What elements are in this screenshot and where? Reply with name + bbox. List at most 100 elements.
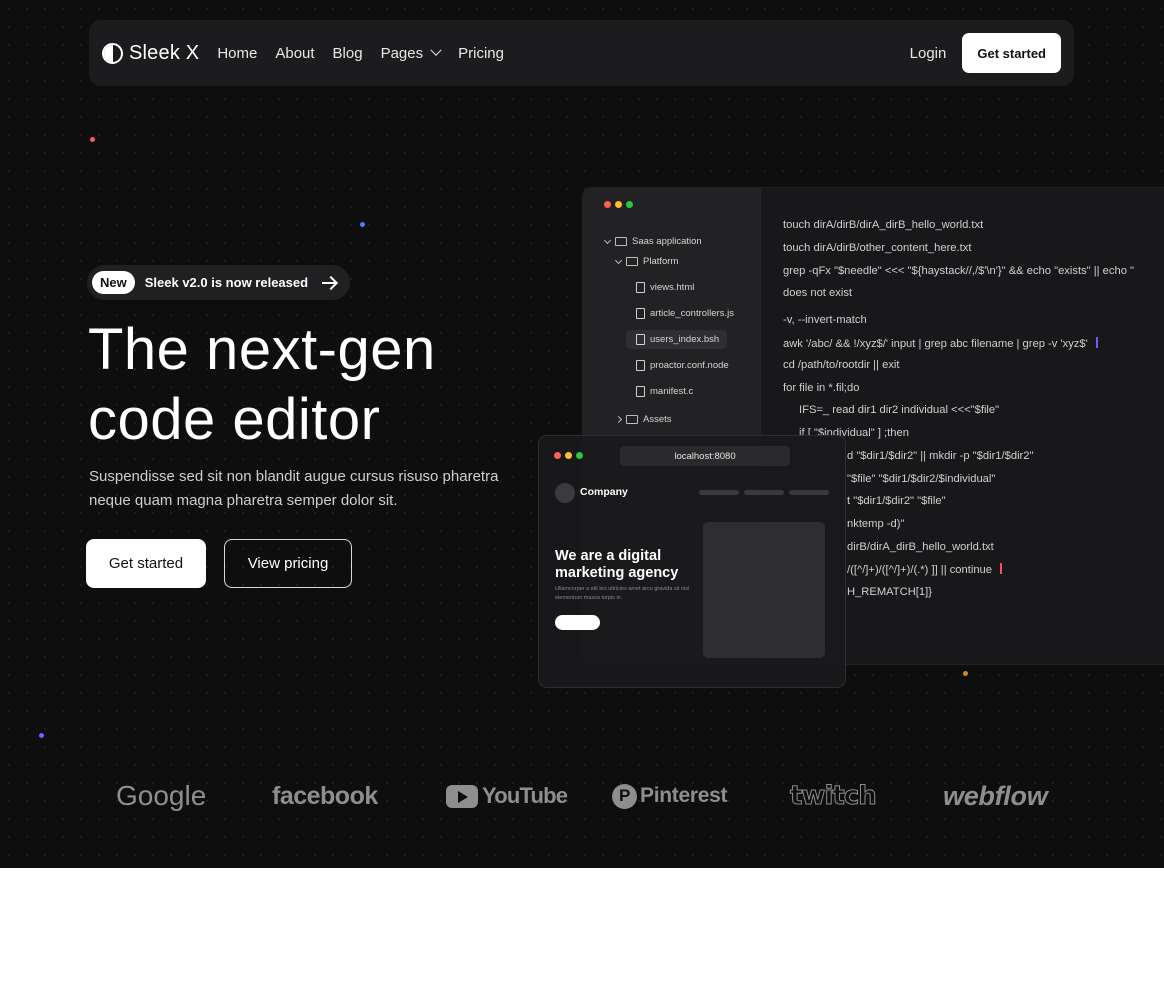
tree-file-manifest[interactable]: manifest.c <box>636 386 693 397</box>
maximize-dot[interactable] <box>626 201 633 208</box>
code-line-with-cursor: /([^/]+)/([^/]+)/(.*) ]] || continue <box>847 563 1003 576</box>
file-icon <box>636 360 645 371</box>
logo[interactable]: Sleek X <box>102 42 199 65</box>
url-bar[interactable]: localhost:8080 <box>620 446 790 466</box>
tree-file-users-index-selected[interactable]: users_index.bsh <box>626 330 728 349</box>
file-icon <box>636 386 645 397</box>
chevron-right-icon <box>614 415 623 424</box>
code-text: /([^/]+)/([^/]+)/(.*) ]] || continue <box>847 564 993 576</box>
code-line: dirB/dirA_dirB_hello_world.txt <box>847 541 994 553</box>
folder-icon <box>626 415 638 424</box>
tree-file-proactor-conf[interactable]: proactor.conf.node <box>636 360 729 371</box>
view-pricing-button[interactable]: View pricing <box>224 539 352 588</box>
decorative-dot-orange <box>963 671 968 676</box>
close-dot[interactable] <box>604 201 611 208</box>
preview-nav-placeholder <box>789 490 829 495</box>
preview-image-placeholder <box>703 522 825 658</box>
nav-link-pages-label: Pages <box>380 44 424 62</box>
tree-folder-assets[interactable]: Assets <box>614 414 672 425</box>
tree-label: users_index.bsh <box>650 334 720 345</box>
code-line: d "$dir1/$dir2" || mkdir -p "$dir1/$dir2… <box>847 450 1034 462</box>
hero-subtext: Suspendisse sed sit non blandit augue cu… <box>89 468 499 509</box>
close-dot[interactable] <box>554 452 561 459</box>
tree-label: views.html <box>650 282 695 293</box>
code-line: grep -qFx "$needle" <<< "${haystack//,/$… <box>783 265 1135 277</box>
code-text: awk '/abc/ && !/xyz$/' input | grep abc … <box>783 338 1088 350</box>
chevron-down-icon <box>614 256 623 264</box>
decorative-dot-purple <box>39 733 44 738</box>
nav-link-home[interactable]: Home <box>217 45 257 62</box>
tree-folder-platform[interactable]: Platform <box>614 256 679 267</box>
text-cursor-purple <box>1095 337 1098 348</box>
new-pill: New <box>92 271 135 294</box>
partner-logos: Google facebook YouTube P Pinterest twit… <box>0 778 1164 818</box>
folder-icon <box>626 257 638 266</box>
window-controls <box>554 452 583 459</box>
nav-link-pages[interactable]: Pages <box>380 44 442 62</box>
tree-label: proactor.conf.node <box>650 360 729 371</box>
minimize-dot[interactable] <box>615 201 622 208</box>
minimize-dot[interactable] <box>565 452 572 459</box>
code-line: for file in *.fil;do <box>783 382 860 394</box>
preview-button <box>555 615 600 630</box>
folder-icon <box>615 237 627 246</box>
logo-icon <box>102 42 123 64</box>
pinterest-logo: P Pinterest <box>612 778 727 814</box>
hero-section: Sleek X Home About Blog Pages Pricing Lo… <box>0 0 1164 868</box>
tree-label: Platform <box>643 256 679 267</box>
youtube-play-icon <box>446 784 478 808</box>
decorative-dot-blue <box>360 222 365 227</box>
youtube-wordmark: YouTube <box>482 783 568 808</box>
company-avatar <box>555 483 575 503</box>
nav-link-blog[interactable]: Blog <box>333 45 363 62</box>
navbar: Sleek X Home About Blog Pages Pricing Lo… <box>89 20 1074 86</box>
nav-get-started-button[interactable]: Get started <box>962 33 1061 73</box>
pinterest-p-icon: P <box>612 783 637 809</box>
preview-nav-placeholder <box>699 490 739 495</box>
tree-file-views[interactable]: views.html <box>636 282 694 293</box>
code-line: does not exist <box>783 287 853 299</box>
tree-label: manifest.c <box>650 386 694 397</box>
preview-title: We are a digital marketing agency <box>555 548 679 581</box>
webflow-logo: webflow <box>943 780 1048 811</box>
nav-link-pricing[interactable]: Pricing <box>458 45 504 62</box>
get-started-button[interactable]: Get started <box>86 539 206 588</box>
window-controls <box>604 201 633 208</box>
code-line: touch dirA/dirB/dirA_dirB_hello_world.tx… <box>783 219 984 231</box>
pinterest-wordmark: Pinterest <box>640 784 728 807</box>
file-icon <box>636 308 645 319</box>
code-line: nktemp -d)" <box>847 518 905 530</box>
code-line: H_REMATCH[1]} <box>847 586 932 598</box>
file-icon <box>636 334 645 345</box>
tree-folder-saas-application[interactable]: Saas application <box>603 236 702 247</box>
tree-label: Assets <box>643 414 672 425</box>
google-logo: Google <box>116 780 207 811</box>
browser-preview-window: localhost:8080 Company We are a digital … <box>538 435 846 688</box>
facebook-logo: facebook <box>272 781 378 810</box>
login-link[interactable]: Login <box>910 45 947 62</box>
code-line: cd /path/to/rootdir || exit <box>783 359 900 371</box>
code-line: IFS=_ read dir1 dir2 individual <<<"$fil… <box>799 404 1000 416</box>
code-line: touch dirA/dirB/other_content_here.txt <box>783 242 972 254</box>
file-icon <box>636 282 645 293</box>
headline-line-2: code editor <box>88 387 381 452</box>
code-line-with-cursor: awk '/abc/ && !/xyz$/' input | grep abc … <box>783 337 1098 350</box>
twitch-logo: twitch <box>790 781 878 812</box>
badge-text: Sleek v2.0 is now released <box>144 275 309 290</box>
company-name: Company <box>580 486 628 498</box>
nav-link-about[interactable]: About <box>275 45 314 62</box>
headline-line-1: The next-gen <box>88 317 436 382</box>
text-cursor-red <box>1000 563 1003 574</box>
tree-label: article_controllers.js <box>650 308 734 319</box>
code-line: "$file" "$dir1/$dir2/$individual" <box>847 473 996 485</box>
tree-file-article-controllers[interactable]: article_controllers.js <box>636 308 734 319</box>
hero-headline: The next-gen code editor <box>88 315 548 455</box>
preview-subtext: Ullamcorper a elit leo ultricies amet ar… <box>555 586 690 601</box>
code-line: t "$dir1/$dir2" "$file" <box>847 495 946 507</box>
youtube-logo: YouTube <box>446 778 568 814</box>
release-badge[interactable]: New Sleek v2.0 is now released <box>87 265 351 300</box>
chevron-down-icon <box>430 44 442 56</box>
tree-label: Saas application <box>632 236 702 247</box>
arrow-right-icon <box>322 281 337 284</box>
maximize-dot[interactable] <box>576 452 583 459</box>
